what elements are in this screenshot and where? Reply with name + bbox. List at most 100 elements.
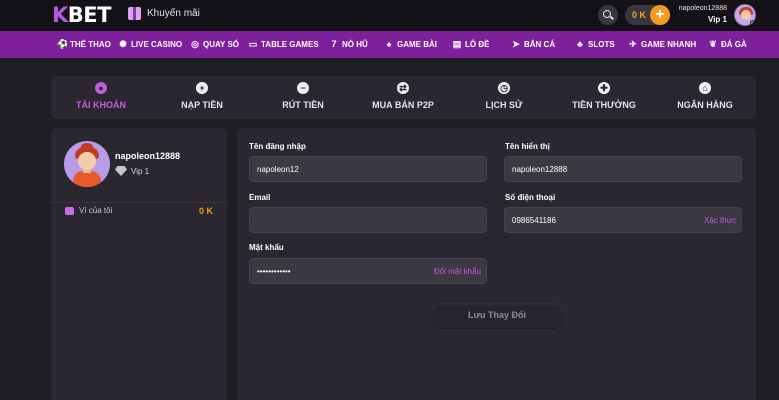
balance-pill[interactable]: 0 K + xyxy=(625,5,670,25)
exchange-icon: ⇄ xyxy=(397,82,409,94)
menu-item-label: GAME NHANH xyxy=(641,39,697,49)
tab-label: NGÂN HÀNG xyxy=(677,100,733,110)
tab-rut-tien[interactable]: − RÚT TIỀN xyxy=(258,82,348,110)
divider xyxy=(51,202,227,203)
phone-field[interactable]: 0986541186 Xác thực xyxy=(504,207,742,233)
kbet-logo[interactable]: KBET xyxy=(52,3,111,27)
wallet-label: Ví của tôi xyxy=(79,206,113,215)
phone-label: Số điện thoại xyxy=(505,193,556,202)
profile-username: napoleon12888 xyxy=(115,151,181,161)
password-value: •••••••••••• xyxy=(257,267,291,276)
menu-item-label: SLOTS xyxy=(588,39,615,49)
tab-label: NẠP TIỀN xyxy=(181,100,223,110)
menu-item-label: NỔ HŨ xyxy=(342,39,368,49)
rocket-icon: ✈ xyxy=(629,39,637,49)
status-dot xyxy=(750,20,755,25)
email-field[interactable] xyxy=(249,207,487,233)
tab-mua-ban-p2p[interactable]: ⇄ MUA BÁN P2P xyxy=(358,82,448,110)
balance-amount: 0 K xyxy=(632,10,647,20)
tab-label: RÚT TIỀN xyxy=(282,100,324,110)
tab-label: TIỀN THƯỞNG xyxy=(572,100,636,110)
tab-ngan-hang[interactable]: ⌂ NGÂN HÀNG xyxy=(660,82,750,110)
phone-value: 0986541186 xyxy=(512,216,556,225)
account-form: Tên đăng nhập napoleon12 Tên hiển thị na… xyxy=(237,128,756,400)
menu-item-ban-ca[interactable]: ➤ BẮN CÁ xyxy=(511,39,555,49)
diamond-icon xyxy=(115,166,127,176)
menu-item-live-casino[interactable]: ✺ LIVE CASINO xyxy=(118,39,182,49)
avatar[interactable] xyxy=(734,4,756,26)
menu-item-slots[interactable]: ♣ SLOTS xyxy=(575,39,615,49)
avatar-face xyxy=(741,10,751,20)
top-header: KBET Khuyến mãi 0 K + napoleon12888 Vip … xyxy=(0,0,779,31)
minus-circle-icon: − xyxy=(297,82,309,94)
menu-item-label: THỂ THAO xyxy=(70,39,111,49)
profile-vip: Vip 1 xyxy=(115,166,149,176)
menu-item-game-nhanh[interactable]: ✈ GAME NHANH xyxy=(628,39,696,49)
slot-seven-icon: 7 xyxy=(331,39,337,49)
display-name-field[interactable]: napoleon12888 xyxy=(504,156,742,182)
search-button[interactable] xyxy=(598,5,618,25)
username-label: Tên đăng nhập xyxy=(249,142,306,151)
logo-k: K xyxy=(52,3,68,27)
menu-item-the-thao[interactable]: ⚽ THỂ THAO xyxy=(57,39,111,49)
account-tabs: ● TÀI KHOẢN + NẠP TIỀN − RÚT TIỀN ⇄ MUA BÁN … xyxy=(51,76,756,119)
tab-tien-thuong[interactable]: ✚ TIỀN THƯỞNG xyxy=(559,82,649,110)
username-value: napoleon12 xyxy=(257,165,299,174)
wallet-amount: 0 K xyxy=(198,206,213,216)
tab-lich-su[interactable]: ◷ LỊCH SỬ xyxy=(459,82,549,110)
display-name-value: napoleon12888 xyxy=(512,165,568,174)
bank-icon: ⌂ xyxy=(699,82,711,94)
gift-icon xyxy=(128,7,141,20)
cherries-icon: ♣ xyxy=(577,39,583,49)
deposit-plus-button[interactable]: + xyxy=(650,5,670,25)
tab-label: MUA BÁN P2P xyxy=(372,100,434,110)
menu-item-table-games[interactable]: ▭ TABLE GAMES xyxy=(248,39,319,49)
menu-item-label: BẮN CÁ xyxy=(524,39,556,49)
menu-item-da-ga[interactable]: ❦ ĐÁ GÀ xyxy=(708,39,747,49)
fish-icon: ➤ xyxy=(512,39,520,49)
table-games-icon: ▭ xyxy=(248,39,258,49)
menu-item-label: TABLE GAMES xyxy=(261,39,319,49)
save-changes-button[interactable]: Lưu Thay Đổi xyxy=(429,303,565,328)
menu-item-label: QUAY SỐ xyxy=(203,39,240,49)
display-name-label: Tên hiển thị xyxy=(505,142,550,151)
plus-circle-icon: + xyxy=(196,82,208,94)
header-username: napoleon12888 xyxy=(678,5,727,12)
profile-panel: napoleon12888 Vip 1 Ví của tôi 0 K xyxy=(51,128,227,400)
menu-item-label: ĐÁ GÀ xyxy=(721,39,747,49)
tab-tai-khoan[interactable]: ● TÀI KHOẢN xyxy=(56,82,146,110)
password-field[interactable]: •••••••••••• Đổi mật khẩu xyxy=(249,258,487,284)
soccer-ball-icon: ⚽ xyxy=(57,39,69,49)
avatar-body xyxy=(73,171,101,187)
main-menu: ⚽ THỂ THAO ✺ LIVE CASINO ◎ QUAY SỐ ▭ TABLE G… xyxy=(0,31,779,58)
wallet-row[interactable]: Ví của tôi xyxy=(65,206,112,215)
search-icon xyxy=(603,10,611,18)
wallet-icon xyxy=(65,206,74,215)
avatar-face xyxy=(78,152,96,170)
username-field[interactable]: napoleon12 xyxy=(249,156,487,182)
password-label: Mật khẩu xyxy=(249,243,284,252)
menu-item-quay-so[interactable]: ◎ QUAY SỐ xyxy=(190,39,239,49)
user-icon: ● xyxy=(95,82,107,94)
menu-item-no-hu[interactable]: 7 NỔ HŨ xyxy=(329,39,368,49)
email-label: Email xyxy=(249,193,271,202)
menu-item-lo-de[interactable]: ▤ LÔ ĐỀ xyxy=(452,39,490,49)
lottery-wheel-icon: ◎ xyxy=(191,39,199,49)
verify-phone-link[interactable]: Xác thực xyxy=(704,216,736,225)
rooster-icon: ❦ xyxy=(709,39,717,49)
tab-nap-tien[interactable]: + NẠP TIỀN xyxy=(157,82,247,110)
promotions-link[interactable]: Khuyến mãi xyxy=(128,7,200,20)
lottery-ticket-icon: ▤ xyxy=(452,39,462,49)
menu-item-game-bai[interactable]: ♠ GAME BÀI xyxy=(384,39,437,49)
menu-item-label: LIVE CASINO xyxy=(131,39,183,49)
header-vip-level: Vip 1 xyxy=(708,15,727,24)
promotions-label: Khuyến mãi xyxy=(147,8,200,19)
change-password-link[interactable]: Đổi mật khẩu xyxy=(434,267,481,276)
tab-label: TÀI KHOẢN xyxy=(76,100,126,110)
profile-avatar[interactable] xyxy=(64,141,110,187)
tab-label: LỊCH SỬ xyxy=(485,100,523,110)
logo-rest: BET xyxy=(67,3,112,27)
card-game-icon: ♠ xyxy=(386,39,392,49)
menu-item-label: LÔ ĐỀ xyxy=(465,39,490,49)
clock-icon: ◷ xyxy=(498,82,510,94)
